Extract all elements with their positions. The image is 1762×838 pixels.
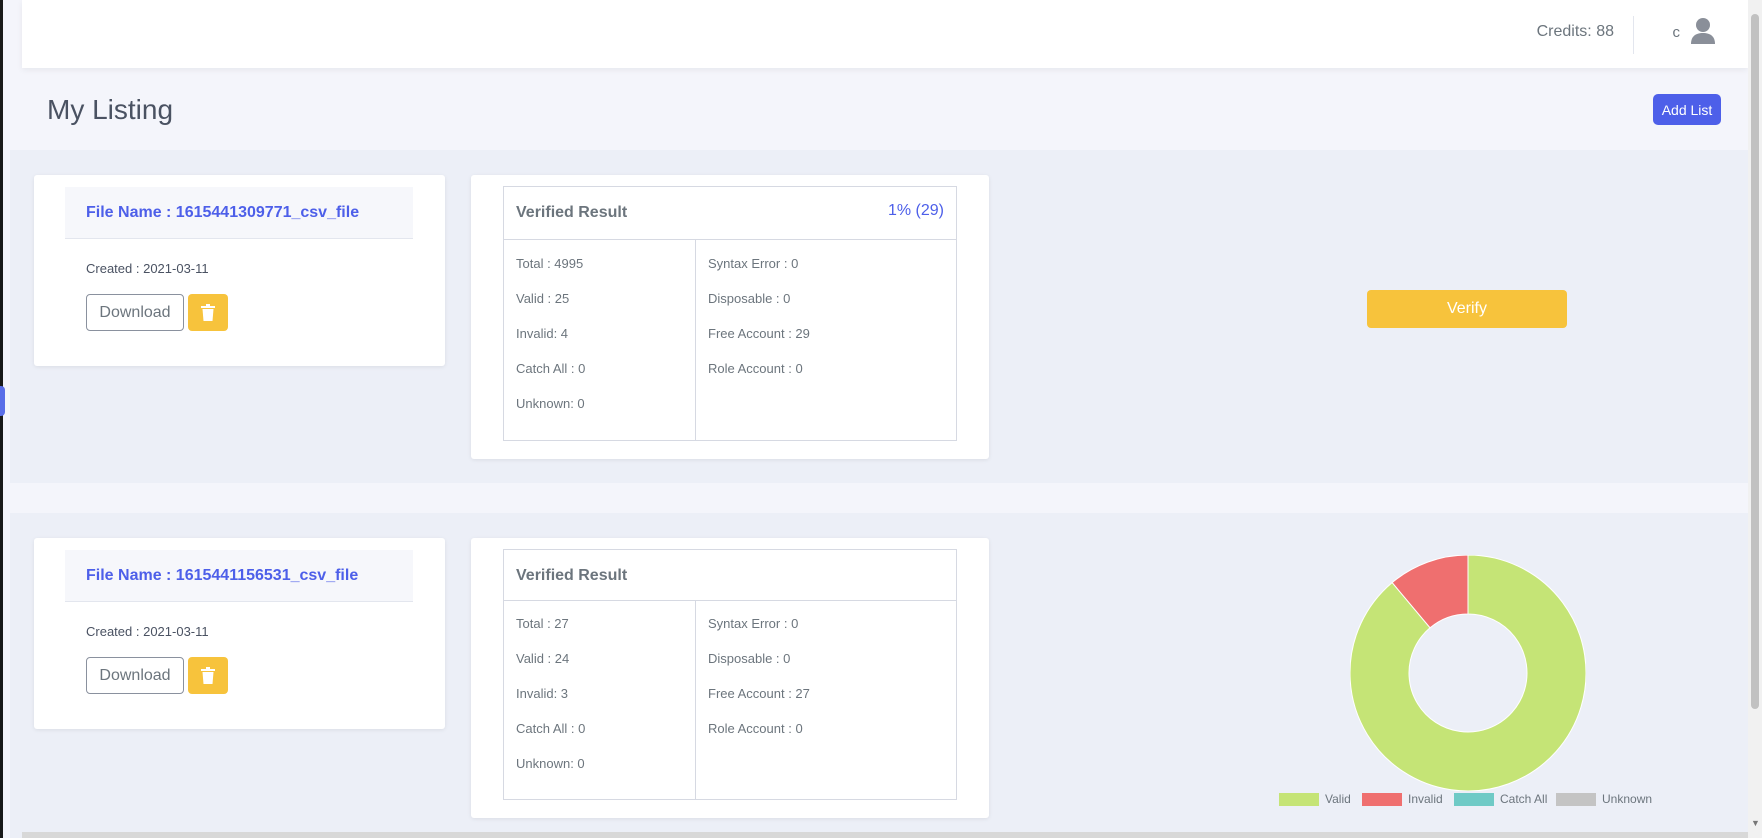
legend-swatch (1279, 793, 1319, 806)
stat-total: Total : 4995 (516, 256, 584, 271)
trash-icon (188, 667, 228, 684)
legend-label: Unknown (1602, 792, 1653, 806)
stat-invalid: Invalid: 4 (516, 326, 569, 341)
file-card-header: File Name : 1615441309771_csv_file (65, 187, 413, 239)
result-stats-left: Total : 4995 Valid : 25 Invalid: 4 Catch… (504, 240, 696, 440)
verified-result-box: Verified Result 1% (29) Total : 4995 Val… (503, 186, 957, 441)
stat-invalid: Invalid: 3 (516, 686, 569, 701)
verified-result-title: Verified Result (516, 204, 628, 221)
scroll-down-arrow-icon[interactable]: ▼ (1751, 818, 1760, 828)
add-list-button[interactable]: Add List (1653, 94, 1721, 125)
sidebar-toggle-handle[interactable] (0, 386, 5, 416)
left-edge (0, 0, 3, 838)
result-donut-chart (1350, 555, 1586, 791)
stat-valid: Valid : 25 (516, 291, 570, 306)
stat-syntax-error: Syntax Error : 0 (708, 256, 799, 271)
page-title: My Listing (47, 94, 174, 125)
created-date: Created : 2021-03-11 (86, 624, 209, 639)
stat-disposable: Disposable : 0 (708, 651, 791, 666)
download-button[interactable]: Download (86, 657, 184, 694)
file-card: File Name : 1615441309771_csv_file Creat… (34, 175, 445, 366)
user-icon[interactable] (1690, 17, 1716, 45)
verified-result-card: Verified Result 1% (29) Total : 4995 Val… (471, 175, 989, 459)
stat-role-account: Role Account : 0 (708, 361, 803, 376)
result-stats-right: Syntax Error : 0 Disposable : 0 Free Acc… (696, 601, 956, 799)
file-name: File Name : 1615441156531_csv_file (86, 567, 359, 584)
file-card-header: File Name : 1615441156531_csv_file (65, 550, 413, 602)
delete-button[interactable] (188, 294, 228, 331)
legend-swatch (1362, 793, 1402, 806)
legend-swatch (1454, 793, 1494, 806)
scrollbar-thumb[interactable] (1751, 14, 1759, 709)
trash-icon (188, 304, 228, 321)
verified-result-header: Verified Result 1% (29) (504, 187, 956, 240)
stat-free-account: Free Account : 27 (708, 686, 810, 701)
result-stats-right: Syntax Error : 0 Disposable : 0 Free Acc… (696, 240, 956, 440)
stat-syntax-error: Syntax Error : 0 (708, 616, 799, 631)
stat-unknown: Unknown: 0 (516, 396, 585, 411)
verified-result-header: Verified Result (504, 550, 956, 601)
header-divider (1633, 16, 1634, 54)
result-stats-left: Total : 27 Valid : 24 Invalid: 3 Catch A… (504, 601, 696, 799)
delete-button[interactable] (188, 657, 228, 694)
created-date: Created : 2021-03-11 (86, 261, 209, 276)
stat-disposable: Disposable : 0 (708, 291, 791, 306)
stat-unknown: Unknown: 0 (516, 756, 585, 771)
stat-free-account: Free Account : 29 (708, 326, 810, 341)
horizontal-scrollbar[interactable] (22, 832, 1748, 838)
download-button[interactable]: Download (86, 294, 184, 331)
legend-swatch (1556, 793, 1596, 806)
result-stats: Total : 4995 Valid : 25 Invalid: 4 Catch… (504, 240, 956, 440)
verified-result-box: Verified Result Total : 27 Valid : 24 In… (503, 549, 957, 800)
legend-label: Catch All (1500, 792, 1548, 806)
file-card: File Name : 1615441156531_csv_file Creat… (34, 538, 445, 729)
verified-result-card: Verified Result Total : 27 Valid : 24 In… (471, 538, 989, 818)
verification-progress: 1% (29) (887, 202, 944, 219)
credits-label: Credits: 88 (1536, 23, 1614, 40)
top-bar: Credits: 88 c (22, 0, 1748, 68)
result-stats: Total : 27 Valid : 24 Invalid: 3 Catch A… (504, 601, 956, 799)
stat-valid: Valid : 24 (516, 651, 570, 666)
vertical-scrollbar[interactable]: ▼ (1748, 0, 1762, 838)
verify-button[interactable]: Verify (1367, 290, 1567, 328)
user-initial[interactable]: c (1673, 24, 1681, 41)
legend-label: Valid (1325, 792, 1351, 806)
stat-role-account: Role Account : 0 (708, 721, 803, 736)
stat-catch-all: Catch All : 0 (516, 721, 586, 736)
verified-result-title: Verified Result (516, 567, 628, 584)
legend-label: Invalid (1408, 792, 1443, 806)
stat-catch-all: Catch All : 0 (516, 361, 586, 376)
file-name: File Name : 1615441309771_csv_file (86, 204, 360, 221)
stat-total: Total : 27 (516, 616, 569, 631)
